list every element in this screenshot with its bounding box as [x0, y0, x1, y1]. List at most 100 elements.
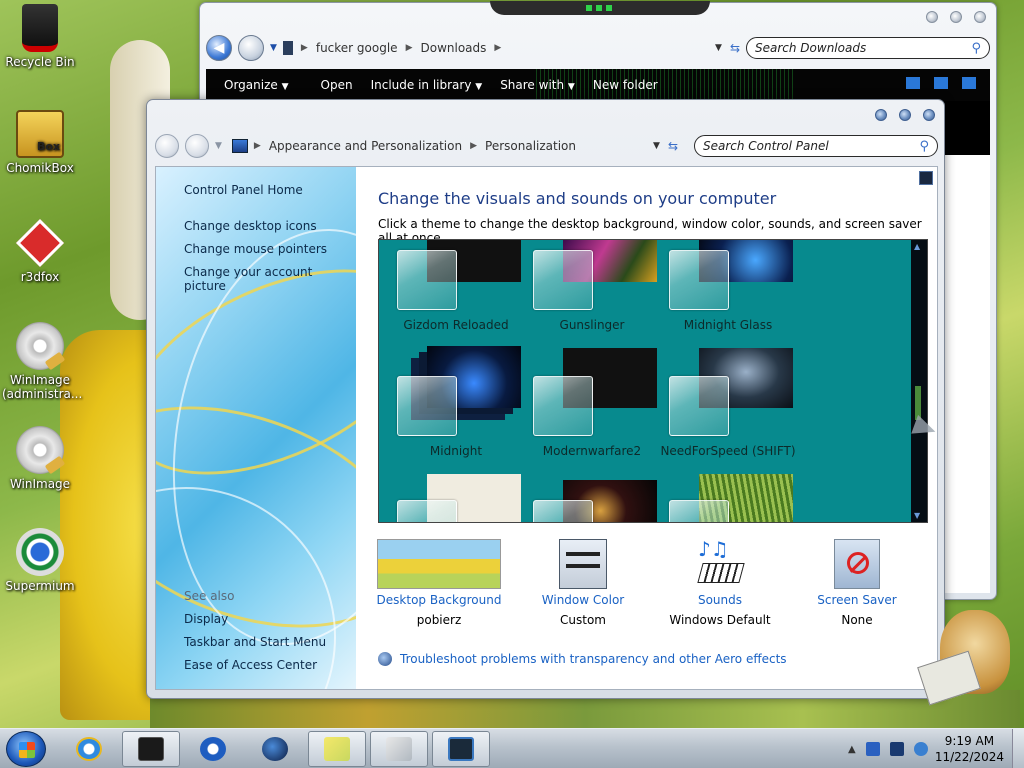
refresh-icon[interactable]: ⇆ [668, 139, 678, 153]
sidebar-link-desktop-icons[interactable]: Change desktop icons [184, 219, 317, 233]
taskbar-sticky-notes[interactable] [308, 731, 366, 767]
desktop-icon-label: Recycle Bin [5, 55, 75, 69]
desktop-icon-recycle-bin[interactable]: Recycle Bin [2, 4, 78, 69]
troubleshoot-label: Troubleshoot problems with transparency … [400, 652, 787, 666]
screen-saver-setting[interactable]: Screen Saver None [792, 539, 922, 627]
globe-icon [262, 737, 288, 761]
desktop-icon-winimage[interactable]: WinImage [2, 426, 78, 491]
window-color-link[interactable]: Window Color [518, 593, 648, 607]
theme-gallery[interactable]: Gizdom Reloaded Gunslinger Midnight Glas… [378, 239, 928, 523]
control-panel-home-link[interactable]: Control Panel Home [184, 183, 303, 197]
theme-gallery-scrollbar[interactable]: ▲ ▼ [911, 240, 927, 522]
new-folder-button[interactable]: New folder [593, 78, 658, 92]
troubleshoot-aero-link[interactable]: Troubleshoot problems with transparency … [378, 652, 787, 666]
control-panel-sidebar: Control Panel Home Change desktop icons … [156, 167, 356, 689]
volume-icon[interactable] [913, 742, 928, 756]
taskbar-globe-app[interactable] [246, 731, 304, 767]
minimize-button[interactable] [926, 11, 938, 23]
help-icon[interactable] [962, 77, 976, 89]
recent-pages-dropdown[interactable]: ▼ [270, 43, 277, 53]
page-title: Change the visuals and sounds on your co… [378, 189, 777, 208]
window-caption-buttons [926, 11, 986, 23]
window-caption-buttons [875, 109, 935, 121]
forward-button[interactable] [238, 35, 264, 61]
show-hidden-icons-button[interactable]: ▲ [848, 744, 856, 755]
see-also-link-display[interactable]: Display [184, 612, 228, 626]
minimize-button[interactable] [875, 109, 887, 121]
taskbar-internet-explorer[interactable] [60, 731, 118, 767]
desktop-background-setting[interactable]: Desktop Background pobierz [374, 539, 504, 627]
taskbar: ▲ 9:19 AM 11/22/2024 [0, 728, 1024, 768]
forward-button[interactable] [185, 134, 209, 158]
desktop-icon-label: r3dfox [20, 270, 60, 284]
organize-button[interactable]: Organize ▼ [224, 78, 289, 92]
network-icon[interactable] [889, 742, 904, 756]
desktop-icon-supermium[interactable]: Supermium [2, 528, 78, 593]
recent-pages-dropdown[interactable]: ▼ [215, 141, 222, 151]
taskbar-dark-app[interactable] [122, 731, 180, 767]
close-button[interactable] [923, 109, 935, 121]
open-button[interactable]: Open [321, 78, 353, 92]
theme-tile-midnight-glass[interactable]: Midnight Glass [653, 240, 793, 340]
theme-tile[interactable] [381, 474, 521, 522]
theme-tile[interactable] [653, 474, 793, 522]
screen-saver-link[interactable]: Screen Saver [792, 593, 922, 607]
control-panel-search-input[interactable]: Search Control Panel ⚲ [694, 135, 938, 157]
sticky-notes-icon [324, 737, 350, 761]
breadcrumb-item[interactable]: Appearance and Personalization [269, 139, 462, 153]
scroll-up-arrow[interactable]: ▲ [914, 242, 920, 251]
theme-tile[interactable] [517, 474, 657, 522]
change-view-icon[interactable] [906, 77, 920, 89]
theme-tile-needforspeed-shift[interactable]: NeedForSpeed (SHIFT) [653, 346, 796, 458]
sounds-setting[interactable]: Sounds Windows Default [655, 537, 785, 627]
explorer-breadcrumb[interactable]: ▶ fucker google ▶ Downloads ▶ ▼ ⇆ [282, 36, 740, 60]
see-also-link-taskbar[interactable]: Taskbar and Start Menu [184, 635, 326, 649]
sounds-link[interactable]: Sounds [655, 593, 785, 607]
media-player-icon [200, 737, 226, 761]
include-in-library-button[interactable]: Include in library ▼ [371, 78, 483, 92]
help-icon[interactable] [919, 171, 933, 185]
theme-tile-modernwarfare2[interactable]: Modernwarfare2 [517, 346, 657, 458]
theme-tile-gunslinger[interactable]: Gunslinger [517, 240, 657, 340]
close-button[interactable] [974, 11, 986, 23]
control-panel-address-row: ▼ ▶ Appearance and Personalization ▶ Per… [155, 132, 938, 160]
desktop-background-link[interactable]: Desktop Background [374, 593, 504, 607]
breadcrumb-item[interactable]: Downloads [420, 41, 486, 55]
show-desktop-button[interactable] [1012, 729, 1024, 768]
winimage-icon [16, 322, 64, 370]
scroll-down-arrow[interactable]: ▼ [914, 511, 920, 520]
desktop-icon-r3dfox[interactable]: r3dfox [2, 218, 78, 284]
desktop-icon-chomikbox[interactable]: Box ChomikBox [2, 110, 78, 175]
theme-tile-midnight[interactable]: Midnight [381, 346, 521, 458]
sidebar-link-account-picture[interactable]: Change your account picture [184, 265, 356, 293]
theme-tile-gizdom-reloaded[interactable]: Gizdom Reloaded [381, 240, 521, 340]
address-dropdown[interactable]: ▼ [715, 43, 722, 53]
breadcrumb-item[interactable]: fucker google [316, 41, 398, 55]
back-button[interactable]: ◀ [206, 35, 232, 61]
share-with-button[interactable]: Share with ▼ [500, 78, 575, 92]
preview-pane-icon[interactable] [934, 77, 948, 89]
control-panel-window[interactable]: ▼ ▶ Appearance and Personalization ▶ Per… [146, 99, 945, 699]
window-color-setting[interactable]: Window Color Custom [518, 539, 648, 627]
control-panel-breadcrumb[interactable]: ▶ Appearance and Personalization ▶ Perso… [254, 139, 678, 153]
address-dropdown[interactable]: ▼ [653, 141, 660, 151]
theme-glass-swatch [669, 500, 729, 522]
theme-name: Midnight [429, 444, 483, 458]
no-symbol-icon [847, 552, 869, 574]
sidebar-link-mouse-pointers[interactable]: Change mouse pointers [184, 242, 327, 256]
taskbar-clock[interactable]: 9:19 AM 11/22/2024 [935, 733, 1004, 765]
security-shield-icon[interactable] [865, 742, 880, 756]
explorer-search-input[interactable]: Search Downloads ⚲ [746, 37, 990, 59]
desktop-icon-winimage-admin[interactable]: WinImage (administra... [2, 322, 82, 401]
taskbar-media-player[interactable] [184, 731, 242, 767]
refresh-icon[interactable]: ⇆ [730, 41, 740, 55]
maximize-button[interactable] [899, 109, 911, 121]
back-button[interactable] [155, 134, 179, 158]
taskbar-control-panel[interactable] [370, 731, 428, 767]
breadcrumb-item[interactable]: Personalization [485, 139, 576, 153]
see-also-link-ease-of-access[interactable]: Ease of Access Center [184, 658, 317, 672]
start-button[interactable] [6, 731, 46, 767]
taskbar-display-app[interactable] [432, 731, 490, 767]
maximize-button[interactable] [950, 11, 962, 23]
control-panel-body: Control Panel Home Change desktop icons … [155, 166, 938, 690]
